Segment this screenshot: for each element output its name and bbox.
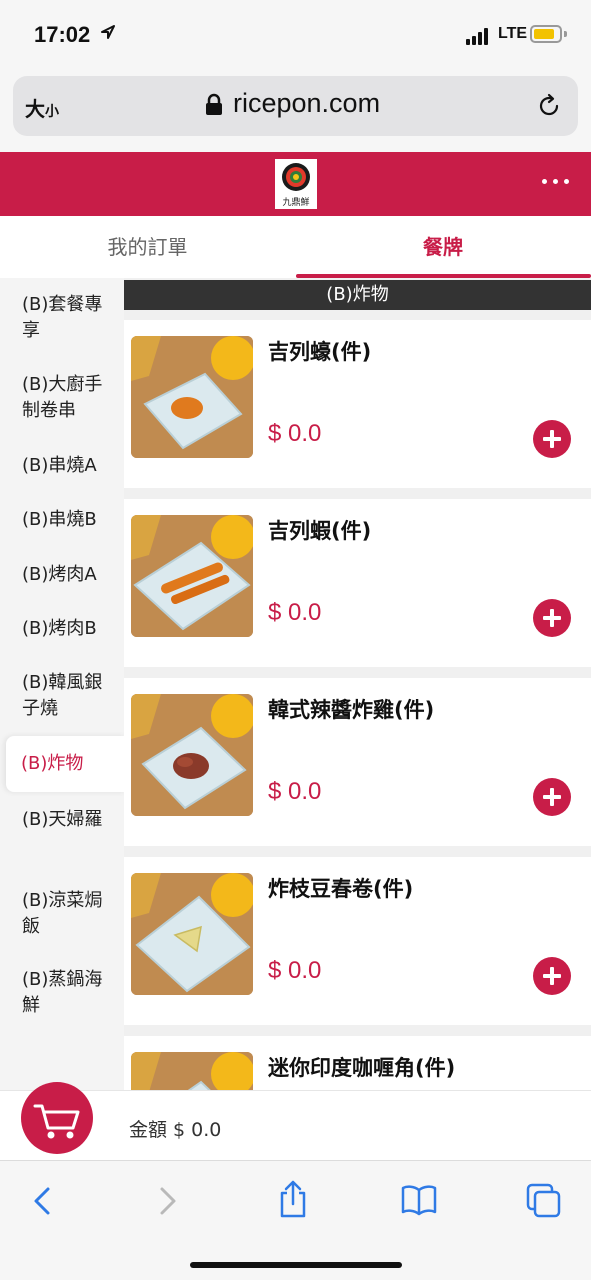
share-icon[interactable] <box>277 1179 309 1219</box>
back-icon[interactable] <box>28 1183 56 1219</box>
section-title: (B)炸物 <box>124 280 591 310</box>
cart-button[interactable] <box>21 1082 93 1154</box>
menu-item-card: 迷你印度咖喱角(件) <box>124 1036 591 1090</box>
item-price: $ 0.0 <box>268 599 322 626</box>
item-name: 迷你印度咖喱角(件) <box>268 1056 456 1080</box>
bookmarks-icon[interactable] <box>400 1183 438 1217</box>
food-image <box>131 694 253 816</box>
more-dots-icon[interactable] <box>542 179 570 187</box>
menu-item-card: 韓式辣醬炸雞(件) $ 0.0 <box>124 678 591 846</box>
browser-toolbar <box>0 1160 591 1280</box>
sidebar-item-korean-foil[interactable]: (B)韓風銀子燒 <box>0 670 124 722</box>
category-sidebar: (B)套餐專享 (B)大廚手制卷串 (B)串燒A (B)串燒B (B)烤肉A (… <box>0 278 126 1090</box>
sidebar-item-bbq-b[interactable]: (B)烤肉B <box>0 616 124 642</box>
status-bar: 17:02 LTE <box>0 0 591 70</box>
sidebar-item-cold-dish[interactable]: (B)涼菜焗飯 <box>0 888 124 940</box>
url-text: ricepon.com <box>233 88 381 118</box>
add-button[interactable] <box>533 420 571 458</box>
sidebar-item-bbq-a[interactable]: (B)烤肉A <box>0 562 124 588</box>
sidebar-item-skewers-a[interactable]: (B)串燒A <box>0 453 124 479</box>
food-image <box>131 515 253 637</box>
forward-icon[interactable] <box>154 1183 182 1219</box>
sidebar-item-set-meal[interactable]: (B)套餐專享 <box>0 292 124 344</box>
browser-bar: 大小 ricepon.com <box>0 70 591 152</box>
add-button[interactable] <box>533 778 571 816</box>
item-price: $ 0.0 <box>268 420 322 447</box>
location-arrow-icon <box>101 25 115 39</box>
cart-bar: 金額 $ 0.0 <box>0 1082 591 1160</box>
sidebar-item-tempura[interactable]: (B)天婦羅 <box>0 807 124 833</box>
food-image <box>131 873 253 995</box>
cart-total: 金額 $ 0.0 <box>129 1119 222 1141</box>
item-price: $ 0.0 <box>268 778 322 805</box>
menu-item-card: 吉列蠔(件) $ 0.0 <box>124 320 591 488</box>
signal-icon <box>466 27 492 45</box>
restaurant-logo: 九鼎鮮 <box>275 159 317 209</box>
item-name: 吉列蝦(件) <box>268 519 372 543</box>
network-label: LTE <box>498 25 528 42</box>
sidebar-item-seafood-pot[interactable]: (B)蒸鍋海鮮 <box>0 967 124 1019</box>
text-size-button[interactable]: 大小 <box>25 93 59 122</box>
tabs-icon[interactable] <box>526 1183 562 1219</box>
tab-menu[interactable]: 餐牌 <box>295 216 591 278</box>
menu-content: (B)炸物 吉列蠔(件) $ 0.0 吉列蝦(件) $ 0.0 韓式辣醬炸雞(件… <box>124 278 591 1090</box>
food-image <box>131 336 253 458</box>
item-name: 韓式辣醬炸雞(件) <box>268 698 435 722</box>
tab-bar: 我的訂單 餐牌 <box>0 216 591 278</box>
cart-icon <box>33 1104 80 1139</box>
sidebar-item-skewers-b[interactable]: (B)串燒B <box>0 507 124 533</box>
add-button[interactable] <box>533 599 571 637</box>
app-header: 九鼎鮮 <box>0 152 591 216</box>
menu-item-card: 吉列蝦(件) $ 0.0 <box>124 499 591 667</box>
food-image <box>131 1052 253 1090</box>
battery-icon <box>530 25 562 43</box>
item-price: $ 0.0 <box>268 957 322 984</box>
add-button[interactable] <box>533 957 571 995</box>
lock-icon <box>206 93 222 115</box>
address-bar[interactable]: 大小 ricepon.com <box>13 76 578 136</box>
item-name: 吉列蠔(件) <box>268 340 372 364</box>
sidebar-item-fried[interactable]: (B)炸物 <box>6 736 126 792</box>
reload-icon[interactable] <box>536 93 562 119</box>
menu-item-card: 炸枝豆春卷(件) $ 0.0 <box>124 857 591 1025</box>
status-time: 17:02 <box>34 22 91 47</box>
tab-my-orders[interactable]: 我的訂單 <box>0 216 295 278</box>
home-indicator <box>190 1262 402 1268</box>
item-name: 炸枝豆春卷(件) <box>268 877 414 901</box>
sidebar-item-chef-rolls[interactable]: (B)大廚手制卷串 <box>0 372 124 424</box>
